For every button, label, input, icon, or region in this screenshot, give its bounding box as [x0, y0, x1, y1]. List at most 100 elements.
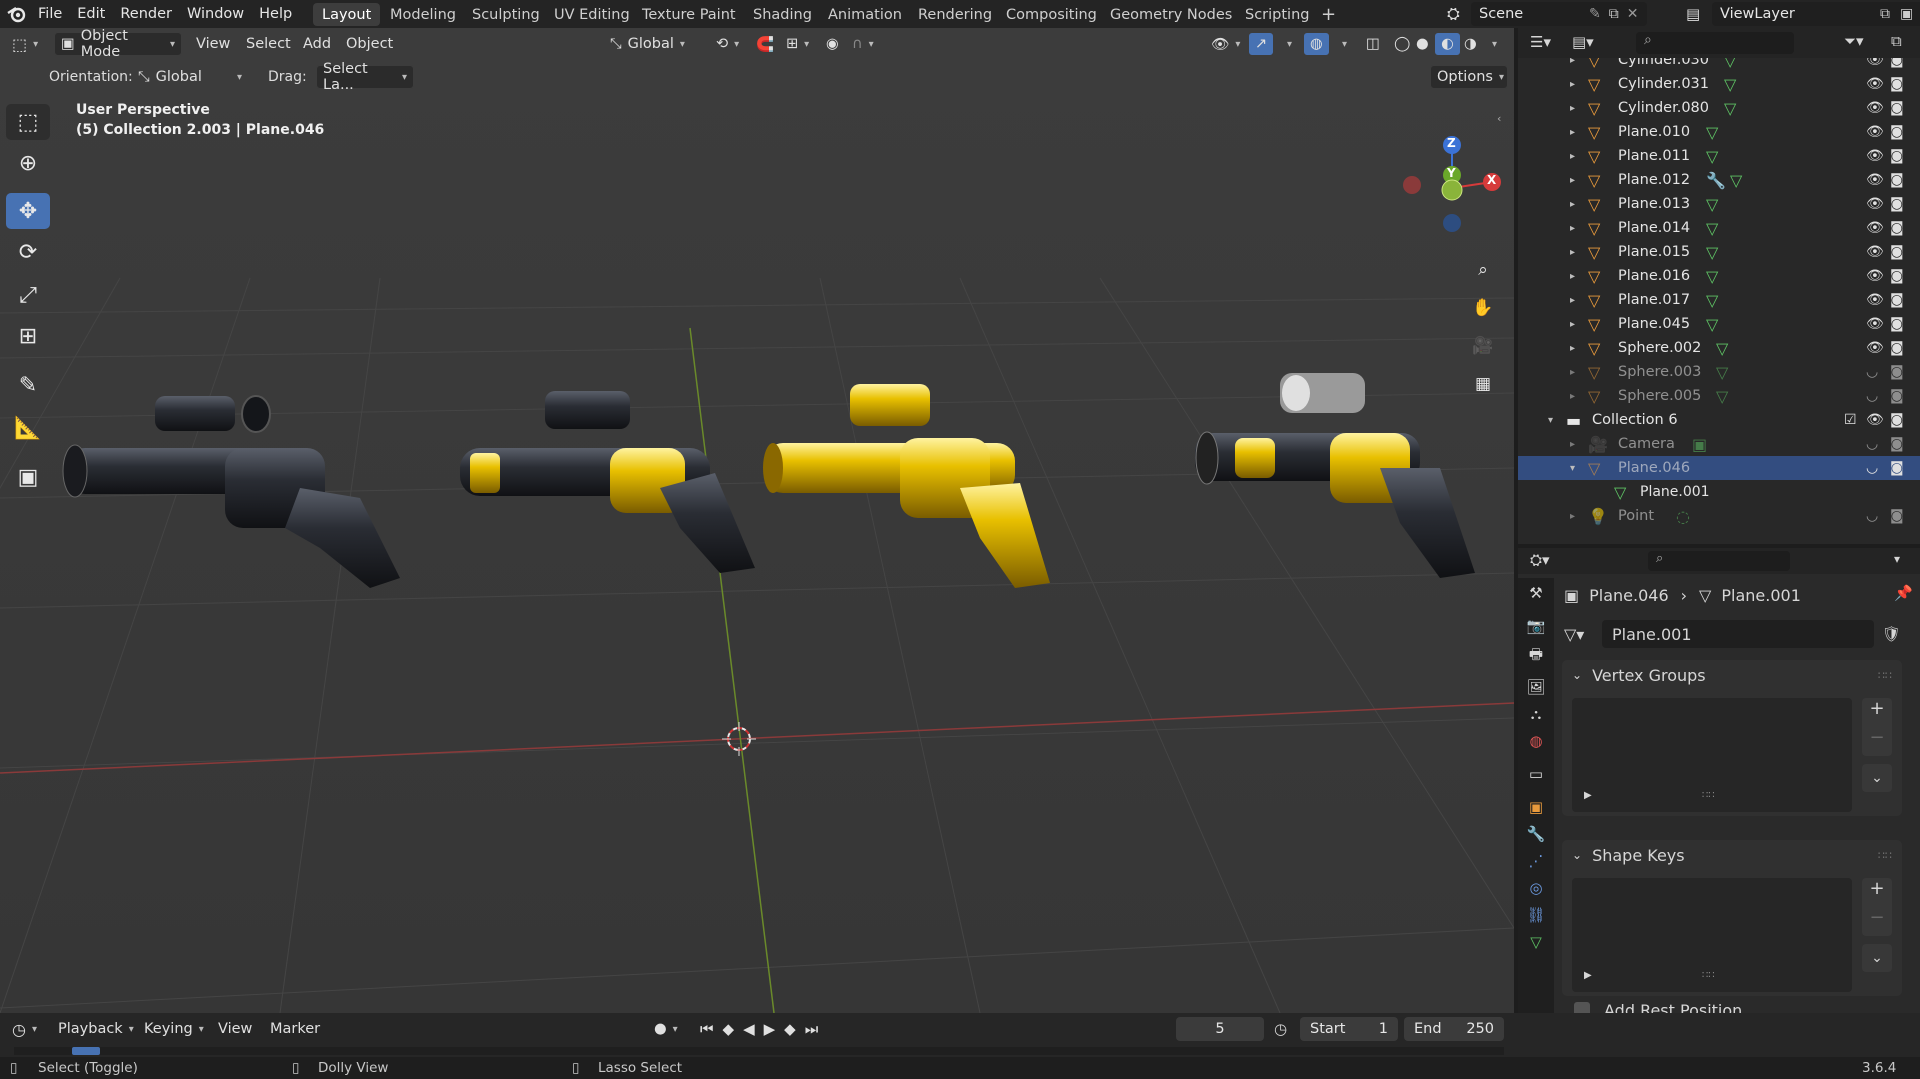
tab-rendering[interactable]: Rendering — [909, 3, 1001, 26]
next-keyframe-icon[interactable]: ◆ — [784, 1020, 796, 1038]
particles-tab-icon[interactable]: ⋰ — [1529, 852, 1544, 870]
checkbox-icon[interactable]: ☑ — [1844, 412, 1857, 428]
tab-modeling[interactable]: Modeling — [381, 3, 465, 26]
camera-view-icon[interactable]: 🎥 — [1470, 336, 1496, 362]
outliner-row[interactable]: ▸ ▽ Cylinder.030 ▽ 👁 ◙ — [1518, 58, 1920, 72]
fake-user-shield-icon[interactable]: 🛡 — [1882, 625, 1901, 643]
blender-logo-icon[interactable] — [6, 3, 28, 25]
playhead[interactable] — [72, 1047, 100, 1055]
add-shape-key-button[interactable]: + — [1862, 878, 1892, 907]
outliner-row[interactable]: ▸ ▽ Plane.010 ▽ 👁 ◙ — [1518, 120, 1920, 144]
record-icon[interactable]: ● ▾ — [648, 1017, 684, 1041]
render-camera-icon[interactable]: ◙ — [1890, 388, 1904, 404]
annotate-tool-icon[interactable]: ✎ — [6, 367, 50, 403]
render-camera-icon[interactable]: ◙ — [1890, 412, 1904, 428]
vertex-groups-list[interactable]: ▶ ∷∷ — [1572, 698, 1852, 812]
transform-orientation-selector[interactable]: ⤡ Global ▾ — [604, 32, 691, 56]
render-camera-icon[interactable]: ◙ — [1890, 340, 1904, 356]
render-camera-icon[interactable]: ◙ — [1890, 148, 1904, 164]
pin-icon[interactable]: ✎ — [1589, 6, 1601, 22]
mesh-data-selector[interactable]: ▽▾ Plane.001 🛡 — [1564, 620, 1914, 648]
eye-icon[interactable]: 👁 — [1866, 412, 1884, 428]
pin-icon[interactable]: 📌 — [1894, 584, 1913, 602]
physics-tab-icon[interactable]: ◎ — [1529, 879, 1542, 897]
overlay-dropdown-icon[interactable]: ▾ — [1330, 32, 1353, 56]
collection-tab-icon[interactable]: ▭ — [1529, 765, 1543, 783]
render-camera-icon[interactable]: ◙ — [1890, 58, 1904, 68]
tab-layout[interactable]: Layout — [313, 3, 381, 26]
falloff-icon[interactable]: ∩ ▾ — [846, 32, 880, 56]
shading-dropdown-icon[interactable]: ▾ — [1480, 32, 1503, 56]
navigation-gizmo[interactable]: Z Y X — [1395, 98, 1505, 238]
pan-hand-icon[interactable]: ✋ — [1470, 298, 1496, 324]
outliner-row[interactable]: ▸ ▽ Sphere.003 ▽ ◡ ◙ — [1518, 360, 1920, 384]
editor-type-icon[interactable]: ◷ ▾ — [6, 1017, 43, 1041]
menu-window[interactable]: Window — [187, 6, 244, 22]
modifier-tab-icon[interactable]: 🔧 — [1527, 825, 1546, 843]
play-icon[interactable]: ▶ — [764, 1020, 776, 1038]
render-camera-icon[interactable]: ◙ — [1890, 124, 1904, 140]
add-vertex-group-button[interactable]: + — [1862, 698, 1892, 727]
display-mode-icon[interactable]: ▤▾ — [1572, 33, 1594, 51]
render-camera-icon[interactable]: ◙ — [1890, 268, 1904, 284]
menu-view[interactable]: View — [190, 32, 236, 56]
add-cube-tool-icon[interactable]: ▣ — [6, 459, 50, 495]
menu-view[interactable]: View — [212, 1017, 258, 1041]
eye-icon[interactable]: 👁 — [1866, 148, 1884, 164]
render-camera-icon[interactable]: ◙ — [1890, 244, 1904, 260]
tab-animation[interactable]: Animation — [819, 3, 911, 26]
outliner-row[interactable]: ▸ ▽ Plane.045 ▽ 👁 ◙ — [1518, 312, 1920, 336]
eye-closed-icon[interactable]: ◡ — [1866, 508, 1878, 524]
menu-edit[interactable]: Edit — [77, 6, 105, 22]
new-view-layer-icon[interactable]: ⧉ — [1880, 6, 1890, 22]
tool-tab-icon[interactable]: ⚒ — [1529, 584, 1542, 602]
remove-vertex-group-button[interactable]: − — [1862, 727, 1892, 756]
editor-type-icon[interactable]: ☰▾ — [1530, 33, 1551, 51]
outliner-row[interactable]: ▽ Plane.001 — [1518, 480, 1920, 504]
tab-sculpting[interactable]: Sculpting — [463, 3, 549, 26]
remove-shape-key-button[interactable]: − — [1862, 907, 1892, 936]
scene-selector[interactable]: ⛭ Scene ✎ ⧉ ✕ — [1447, 2, 1647, 26]
gizmo-toggle-icon[interactable]: ↗ — [1248, 32, 1275, 56]
view-layer-tab-icon[interactable]: 🖼 — [1526, 678, 1545, 696]
timeline-scrubber[interactable] — [14, 1047, 1504, 1055]
tab-uv-editing[interactable]: UV Editing — [545, 3, 639, 26]
output-tab-icon[interactable]: 🖶 — [1529, 644, 1543, 669]
eye-icon[interactable]: 👁 — [1866, 58, 1884, 68]
cursor-tool-icon[interactable]: ⊕ — [6, 145, 50, 181]
object-tab-icon[interactable]: ▣ — [1529, 798, 1543, 816]
tab-scripting[interactable]: Scripting — [1236, 3, 1318, 26]
outliner-row[interactable]: ▸ ▽ Plane.016 ▽ 👁 ◙ — [1518, 264, 1920, 288]
jump-start-icon[interactable]: ⏮ — [700, 1020, 714, 1038]
eye-icon[interactable]: 👁 — [1866, 124, 1884, 140]
render-camera-icon[interactable]: ◙ — [1890, 76, 1904, 92]
editor-type-icon[interactable]: ⬚ ▾ — [6, 32, 44, 56]
mode-selector[interactable]: ▣ Object Mode ▾ — [54, 28, 182, 60]
pivot-point-icon[interactable]: ⟲ ▾ — [710, 32, 745, 56]
collapse-sidebar-icon[interactable]: ‹ — [1497, 112, 1501, 125]
orientation-dropdown[interactable]: ⤡ Global ▾ — [132, 65, 248, 89]
play-reverse-icon[interactable]: ◀ — [743, 1020, 755, 1038]
tab-geometry-nodes[interactable]: Geometry Nodes — [1101, 3, 1241, 26]
3d-viewport[interactable]: User Perspective (5) Collection 2.003 | … — [0, 28, 1514, 1013]
outliner-row[interactable]: ▸ 🎥 Camera ▣ ◡ ◙ — [1518, 432, 1920, 456]
render-camera-icon[interactable]: ◙ — [1890, 508, 1904, 524]
jump-end-icon[interactable]: ⏭ — [805, 1020, 819, 1038]
outliner-row[interactable]: ▸ ▽ Cylinder.031 ▽ 👁 ◙ — [1518, 72, 1920, 96]
rotate-tool-icon[interactable]: ⟳ — [6, 234, 50, 270]
menu-keying[interactable]: Keying ▾ — [138, 1017, 210, 1041]
select-tool-icon[interactable]: ⬚ — [6, 104, 50, 140]
mesh-data-name-field[interactable]: Plane.001 — [1602, 620, 1874, 648]
outliner-row[interactable]: ▸ ▽ Plane.011 ▽ 👁 ◙ — [1518, 144, 1920, 168]
measure-tool-icon[interactable]: 📐 — [6, 410, 50, 446]
menu-file[interactable]: File — [38, 6, 62, 22]
visibility-selector-icon[interactable]: 👁 ▾ — [1205, 32, 1246, 56]
eye-icon[interactable]: 👁 — [1866, 196, 1884, 212]
render-camera-icon[interactable]: ◙ — [1890, 460, 1904, 476]
menu-render[interactable]: Render — [120, 6, 172, 22]
new-scene-icon[interactable]: ⧉ — [1609, 6, 1619, 22]
eye-icon[interactable]: 👁 — [1866, 340, 1884, 356]
vertex-groups-header[interactable]: ⌄ Vertex Groups ∷∷ — [1562, 660, 1902, 690]
delete-view-layer-icon[interactable]: ▣ — [1900, 6, 1913, 22]
gizmo-dropdown-icon[interactable]: ▾ — [1275, 32, 1298, 56]
